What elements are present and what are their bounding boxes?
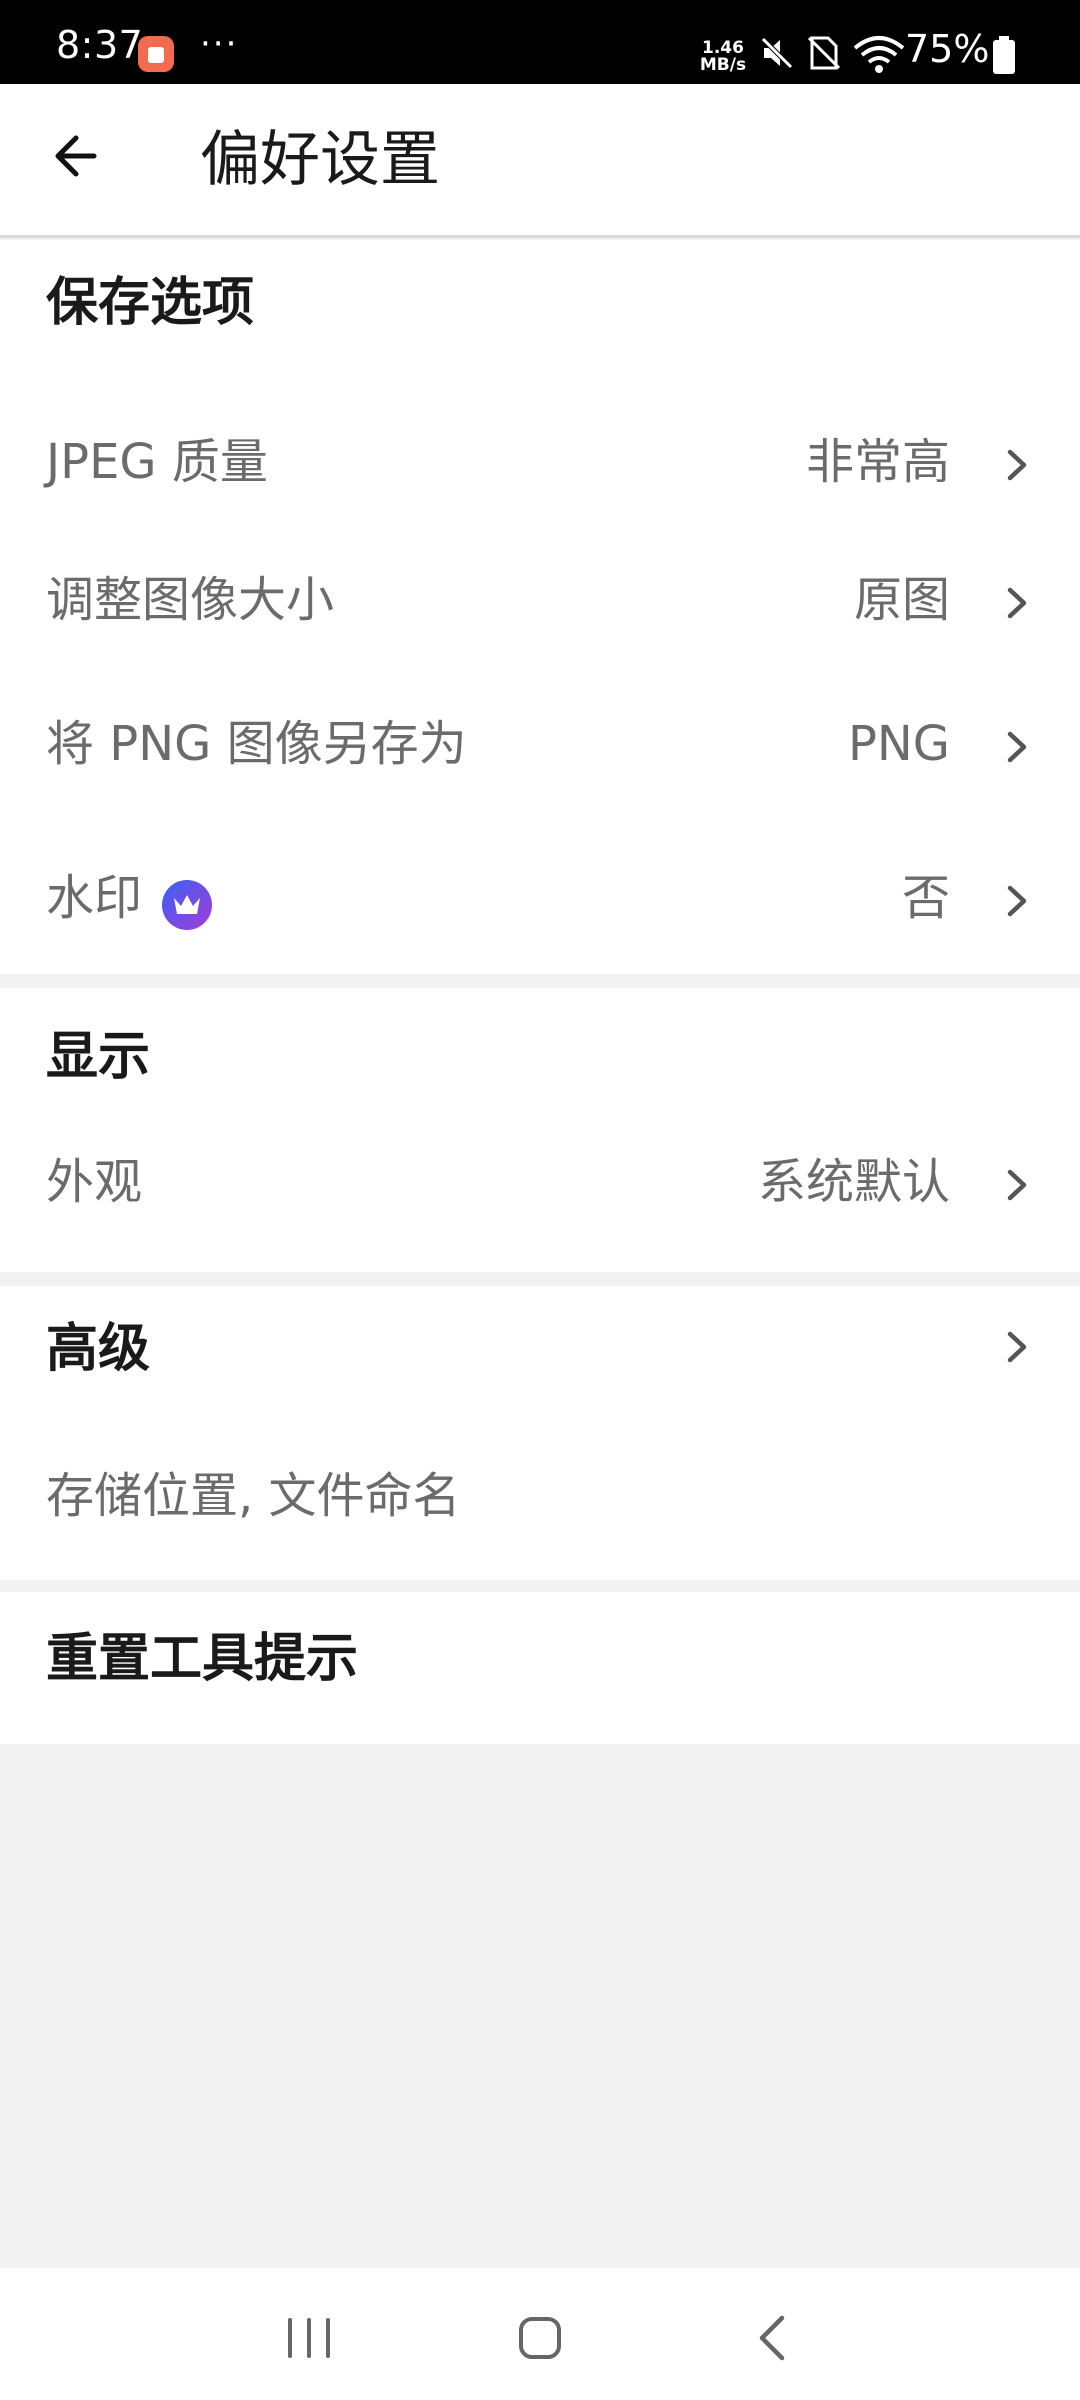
watermark-label: 水印 [46, 870, 143, 926]
no-sim-icon [808, 36, 840, 70]
recent-apps-icon[interactable] [284, 2316, 334, 2360]
chevron-right-icon [1007, 449, 1027, 481]
jpeg-quality-value: 非常高 [805, 434, 950, 490]
advanced-header: 高级 [46, 1319, 151, 1379]
display-header: 显示 [46, 1027, 151, 1087]
nav-back-icon[interactable] [752, 2312, 792, 2364]
back-arrow-icon[interactable] [44, 122, 112, 190]
appearance-value: 系统默认 [757, 1154, 950, 1210]
resize-image-row[interactable]: 调整图像大小 原图 [0, 542, 1080, 662]
network-speed: 1.46 MB/s [695, 40, 751, 74]
resize-image-label: 调整图像大小 [46, 572, 335, 628]
advanced-subtitle: 存储位置, 文件命名 [46, 1468, 461, 1524]
resize-image-value: 原图 [853, 572, 950, 628]
display-section: 显示 外观 系统默认 [0, 988, 1080, 1272]
jpeg-quality-row[interactable]: JPEG 质量 非常高 [0, 404, 1080, 524]
chevron-right-icon [1007, 1169, 1027, 1201]
mute-icon [761, 37, 793, 69]
system-navigation-bar [0, 2268, 1080, 2400]
save-png-as-row[interactable]: 将 PNG 图像另存为 PNG [0, 686, 1080, 806]
battery-icon [993, 36, 1015, 74]
jpeg-quality-label: JPEG 质量 [46, 434, 268, 490]
save-png-as-label: 将 PNG 图像另存为 [46, 716, 467, 772]
watermark-value: 否 [901, 870, 950, 926]
chevron-right-icon [1007, 1331, 1027, 1363]
advanced-section[interactable]: 高级 存储位置, 文件命名 [0, 1286, 1080, 1580]
save-png-as-value: PNG [847, 716, 950, 772]
reset-tooltips-section[interactable]: 重置工具提示 [0, 1592, 1080, 1744]
chevron-right-icon [1007, 731, 1027, 763]
watermark-row[interactable]: 水印 否 [0, 840, 1080, 960]
appearance-row[interactable]: 外观 系统默认 [0, 1124, 1080, 1244]
chevron-right-icon [1007, 587, 1027, 619]
page-title: 偏好设置 [200, 125, 440, 195]
appearance-label: 外观 [46, 1154, 143, 1210]
app-notification-icon [138, 36, 174, 72]
save-options-section: 保存选项 JPEG 质量 非常高 调整图像大小 原图 将 PNG 图像另存为 P… [0, 240, 1080, 974]
chevron-right-icon [1007, 885, 1027, 917]
battery-percentage: 75% [905, 27, 990, 71]
network-speed-unit: MB/s [699, 55, 747, 75]
more-notifications-icon: ··· [200, 24, 239, 64]
reset-tooltips-label: 重置工具提示 [46, 1629, 359, 1689]
wifi-icon [853, 36, 905, 73]
crown-icon [162, 880, 212, 930]
home-icon[interactable] [518, 2314, 562, 2362]
status-time: 8:37 [56, 23, 144, 67]
save-options-header: 保存选项 [46, 273, 255, 333]
app-toolbar: 偏好设置 [0, 84, 1080, 238]
status-bar: 8:37 ··· 1.46 MB/s 75% [0, 0, 1080, 84]
